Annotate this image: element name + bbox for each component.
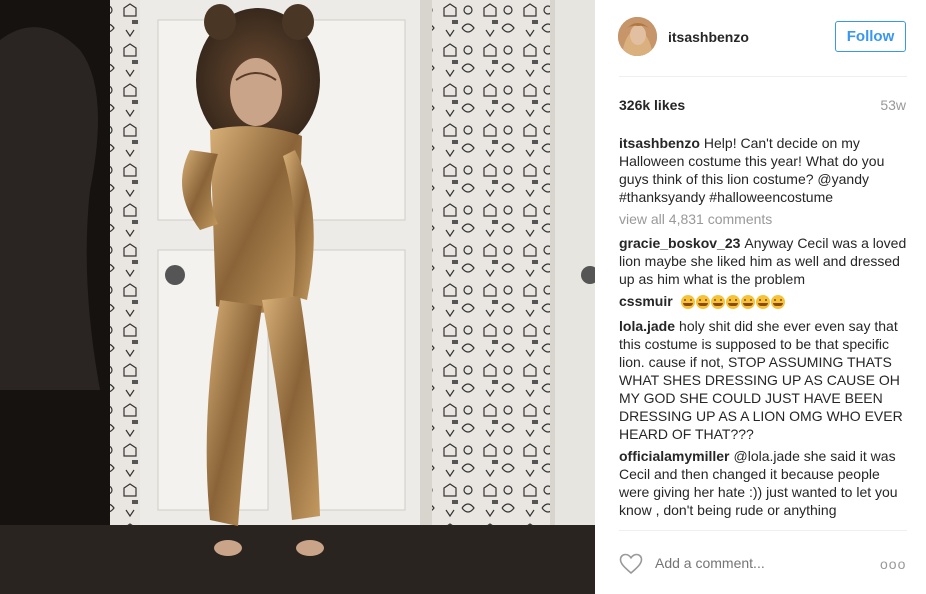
grinning-emoji-icon <box>740 295 755 309</box>
grinning-emoji-icon <box>770 295 785 309</box>
add-comment-bar: ooo <box>595 530 926 594</box>
post-age[interactable]: 53w <box>880 97 906 113</box>
caption-username[interactable]: itsashbenzo <box>619 135 700 151</box>
add-comment-input[interactable] <box>653 554 857 572</box>
comment-username[interactable]: gracie_boskov_23 <box>619 235 740 251</box>
post-photo[interactable] <box>0 0 595 594</box>
post-side-panel: itsashbenzo Follow 326k likes 53w itsash… <box>595 0 926 594</box>
grinning-emoji-icon <box>755 295 770 309</box>
heart-outline-icon[interactable] <box>619 553 643 575</box>
comment-username[interactable]: officialamymiller <box>619 448 730 464</box>
post-header: itsashbenzo Follow <box>595 0 926 76</box>
comment-username[interactable]: cssmuir <box>619 293 673 309</box>
header-divider <box>619 76 907 77</box>
photo-illustration <box>0 0 595 594</box>
follow-button[interactable]: Follow <box>835 21 906 52</box>
grinning-emoji-icon <box>695 295 710 309</box>
emoji-group <box>680 295 786 313</box>
grinning-emoji-icon <box>725 295 740 309</box>
likes-count[interactable]: 326k likes <box>619 97 685 113</box>
post-username[interactable]: itsashbenzo <box>668 29 749 45</box>
comment-item: cssmuir <box>619 292 911 313</box>
view-all-comments-link[interactable]: view all 4,831 comments <box>619 210 911 228</box>
comment-item: gracie_boskov_23 Anyway Cecil was a loved… <box>619 234 911 288</box>
caption: itsashbenzo Help! Can't decide on my Hall… <box>619 134 911 206</box>
grinning-emoji-icon <box>680 295 695 309</box>
comments-list: itsashbenzo Help! Can't decide on my Hall… <box>619 134 911 530</box>
grinning-emoji-icon <box>710 295 725 309</box>
comment-item: lola.jade holy shit did she ever even say… <box>619 317 911 443</box>
avatar[interactable] <box>618 17 657 56</box>
more-options-icon[interactable]: ooo <box>880 556 905 572</box>
comment-username[interactable]: lola.jade <box>619 318 675 334</box>
comment-text: holy shit did she ever even say that thi… <box>619 318 903 442</box>
comment-item: officialamymiller @lola.jade she said it … <box>619 447 911 519</box>
